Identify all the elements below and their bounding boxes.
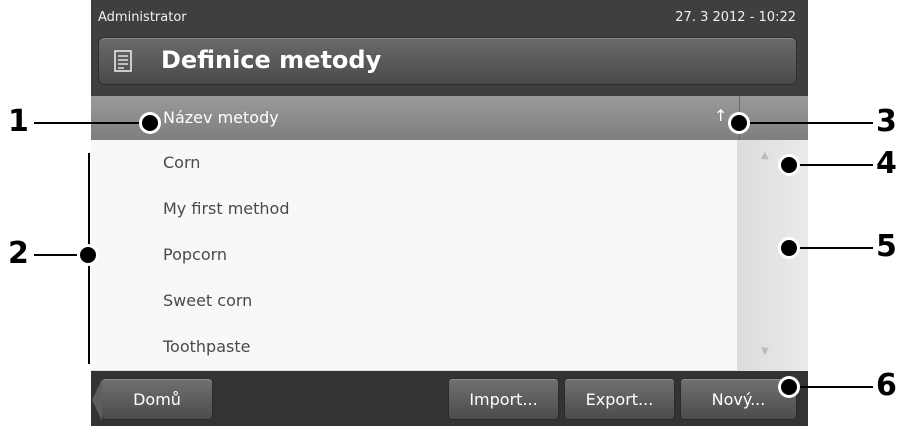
terminal-screen: Administrator 27. 3 2012 - 10:22 Definic… xyxy=(91,0,808,426)
method-list: Corn My first method Popcorn Sweet corn … xyxy=(91,140,737,371)
status-bar: Administrator 27. 3 2012 - 10:22 xyxy=(91,0,808,34)
callout-5-dot xyxy=(781,240,797,256)
callout-4-line xyxy=(795,164,873,166)
sort-arrow-icon[interactable]: ↑ xyxy=(714,106,727,125)
list-item-label: Sweet corn xyxy=(163,291,253,310)
callout-2-dot xyxy=(80,247,96,263)
callout-1-line xyxy=(34,122,148,124)
bottom-bar: Domů Import... Export... Nový... xyxy=(91,371,808,426)
callout-4-dot xyxy=(781,157,797,173)
callout-6-dot xyxy=(781,379,797,395)
list-item-label: Corn xyxy=(163,153,201,172)
callout-3: 3 xyxy=(876,104,897,139)
title-bar: Definice metody xyxy=(98,37,797,85)
callout-1: 1 xyxy=(8,104,29,139)
method-definition-icon xyxy=(114,50,132,72)
list-item-label: My first method xyxy=(163,199,290,218)
import-button[interactable]: Import... xyxy=(448,378,559,420)
new-button[interactable]: Nový... xyxy=(680,378,797,420)
list-item-label: Popcorn xyxy=(163,245,228,264)
callout-3-line xyxy=(745,122,873,124)
scrollbar[interactable]: ▲ ▼ xyxy=(737,140,808,371)
callout-6-line xyxy=(795,386,873,388)
list-item[interactable]: Sweet corn xyxy=(91,278,737,325)
home-button[interactable]: Domů xyxy=(92,378,213,421)
list-item[interactable]: My first method xyxy=(91,186,737,233)
list-item[interactable]: Toothpaste xyxy=(91,324,737,371)
list-item[interactable]: Popcorn xyxy=(91,232,737,279)
callout-3-dot xyxy=(731,115,747,131)
callout-2: 2 xyxy=(8,236,29,271)
date-time: 27. 3 2012 - 10:22 xyxy=(675,10,796,25)
page-title: Definice metody xyxy=(161,46,382,74)
scroll-down-icon[interactable]: ▼ xyxy=(761,346,769,357)
callout-6: 6 xyxy=(876,368,897,403)
callout-5: 5 xyxy=(876,229,897,264)
callout-2-line xyxy=(34,254,86,256)
list-item-label: Toothpaste xyxy=(163,337,251,356)
column-header-method-name[interactable]: Název metody xyxy=(163,108,279,127)
callout-5-line xyxy=(795,247,873,249)
export-button[interactable]: Export... xyxy=(564,378,675,420)
logged-user: Administrator xyxy=(98,10,187,25)
list-header[interactable]: Název metody ↑ xyxy=(91,96,808,140)
callout-1-dot xyxy=(142,115,158,131)
list-item[interactable]: Corn xyxy=(91,140,737,187)
scroll-track[interactable] xyxy=(737,176,808,336)
scroll-up-icon[interactable]: ▲ xyxy=(761,150,769,161)
callout-4: 4 xyxy=(876,146,897,181)
